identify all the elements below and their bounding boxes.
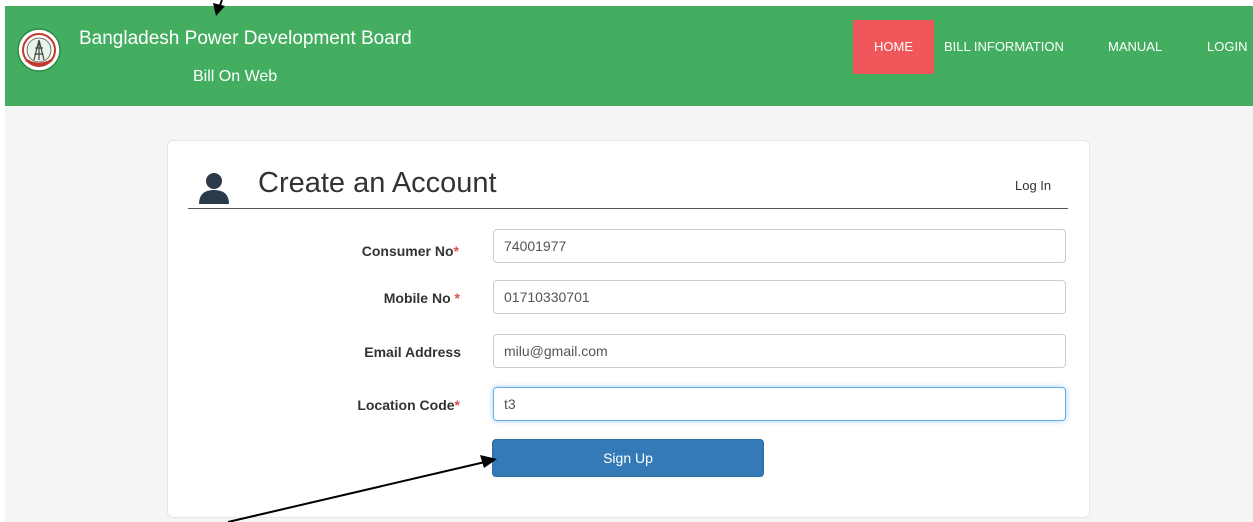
nav-home[interactable]: HOME [853, 20, 934, 74]
required-mark: * [454, 290, 460, 306]
consumer-no-input[interactable] [493, 229, 1066, 263]
bpdb-logo-icon[interactable] [17, 28, 61, 72]
mobile-no-label-text: Mobile No [383, 290, 455, 306]
page-title: Create an Account [258, 167, 497, 199]
login-link[interactable]: Log In [1015, 178, 1051, 193]
email-address-label-text: Email Address [364, 344, 461, 360]
nav-bill-information[interactable]: BILL INFORMATION [944, 20, 1064, 74]
consumer-no-label: Consumer No* [314, 243, 459, 259]
required-mark: * [454, 397, 460, 413]
brand-title[interactable]: Bangladesh Power Development Board [79, 28, 412, 50]
consumer-no-label-text: Consumer No [361, 243, 454, 259]
email-address-label: Email Address [316, 344, 461, 360]
mobile-no-label: Mobile No * [315, 290, 460, 306]
top-navbar: Bangladesh Power Development Board Bill … [5, 6, 1253, 106]
brand-subtitle: Bill On Web [193, 68, 278, 85]
location-code-label-text: Location Code [357, 397, 455, 413]
email-address-input[interactable] [493, 334, 1066, 368]
required-mark: * [453, 243, 459, 259]
location-code-label: Location Code* [315, 397, 460, 413]
user-icon [199, 173, 229, 204]
mobile-no-input[interactable] [493, 280, 1066, 314]
nav-manual[interactable]: MANUAL [1108, 20, 1162, 74]
location-code-input[interactable] [493, 387, 1066, 421]
sign-up-button[interactable]: Sign Up [492, 439, 764, 477]
title-divider [188, 208, 1068, 209]
nav-login[interactable]: LOGIN [1207, 20, 1247, 74]
